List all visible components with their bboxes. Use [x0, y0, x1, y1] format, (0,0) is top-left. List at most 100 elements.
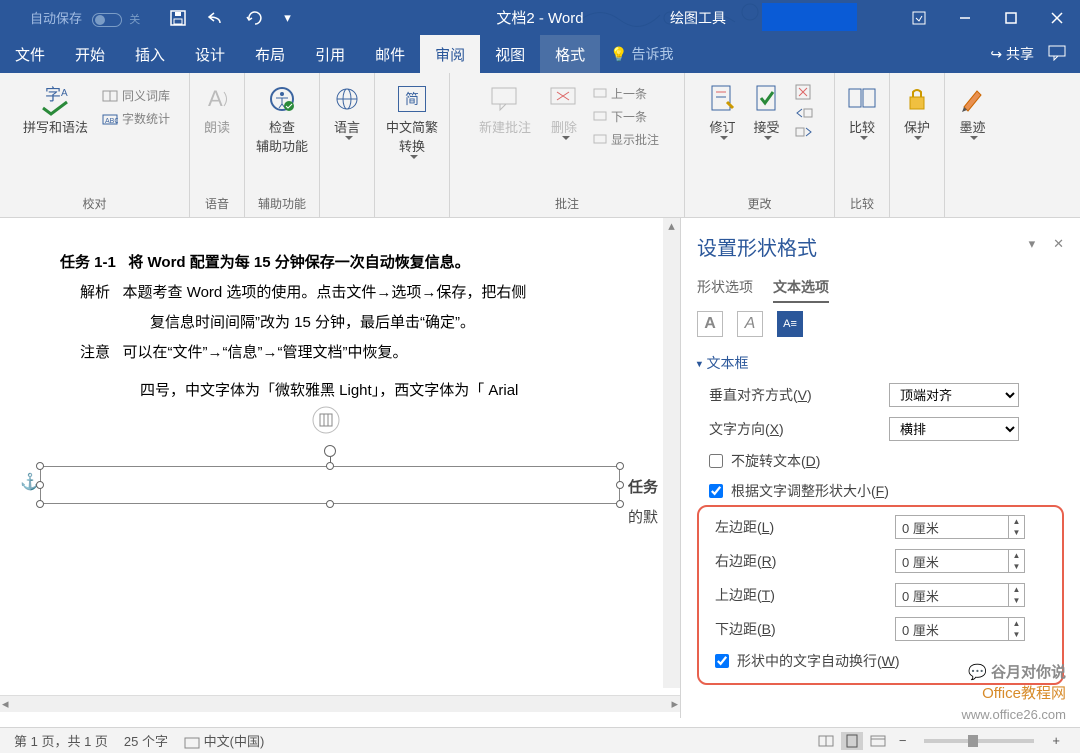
account-box[interactable]	[762, 3, 857, 31]
margin-left-label: 左边距(L)	[715, 519, 774, 535]
share-icon: ↪	[990, 46, 1002, 62]
zoom-out-button[interactable]: −	[893, 733, 913, 748]
prev-comment-button[interactable]: 上一条	[593, 83, 659, 104]
pane-tab-text[interactable]: 文本选项	[773, 277, 829, 303]
undo-icon[interactable]	[206, 10, 226, 26]
textbox-icon[interactable]: A≡	[777, 311, 803, 337]
tab-format[interactable]: 格式	[540, 35, 600, 73]
status-lang[interactable]: 中文(中国)	[184, 731, 264, 750]
no-rotate-checkbox[interactable]	[709, 454, 723, 468]
autosave-toggle[interactable]	[92, 13, 122, 27]
view-read-icon[interactable]	[815, 732, 837, 750]
share-button[interactable]: ↪ 共享	[990, 44, 1034, 64]
margin-left-input[interactable]: 0 厘米▲▼	[895, 515, 1025, 539]
margin-top-input[interactable]: 0 厘米▲▼	[895, 583, 1025, 607]
wrap-checkbox[interactable]	[715, 654, 729, 668]
tab-references[interactable]: 引用	[300, 35, 360, 73]
pane-close-icon[interactable]: ✕	[1053, 236, 1064, 252]
view-web-icon[interactable]	[867, 732, 889, 750]
margin-right-input[interactable]: 0 厘米▲▼	[895, 549, 1025, 573]
thesaurus-button[interactable]: 同义词库	[102, 85, 170, 106]
close-button[interactable]	[1034, 0, 1080, 35]
chinese-conversion-button[interactable]: 简 中文简繁 转换	[382, 79, 442, 161]
language-label: 语言	[334, 117, 360, 136]
redo-icon[interactable]	[246, 10, 264, 26]
textdir-select[interactable]: 横排	[889, 417, 1019, 441]
ribbon-options-icon[interactable]	[896, 0, 942, 35]
quick-access-toolbar: ▾	[170, 10, 291, 26]
status-bar: 第 1 页，共 1 页 25 个字 中文(中国) − +	[0, 727, 1080, 753]
doc-side1: 任务	[628, 476, 658, 497]
compare-button[interactable]: 比较	[843, 79, 881, 142]
zoom-in-button[interactable]: +	[1046, 733, 1066, 748]
tell-me[interactable]: 💡 告诉我	[610, 44, 673, 64]
track-changes-label: 修订	[709, 117, 735, 136]
language-button[interactable]: 语言	[329, 79, 365, 142]
read-aloud-button[interactable]: A 朗读	[198, 79, 236, 138]
accessibility-button[interactable]: 检查 辅助功能	[252, 79, 312, 157]
comments-icon[interactable]	[1048, 45, 1066, 64]
vertical-scrollbar[interactable]: ▴	[663, 218, 680, 688]
prev-change-icon[interactable]	[794, 106, 814, 123]
wordcount-button[interactable]: ABC字数统计	[102, 108, 170, 129]
spelling-label: 拼写和语法	[23, 117, 88, 136]
save-icon[interactable]	[170, 10, 186, 26]
pane-tab-shape[interactable]: 形状选项	[697, 277, 753, 303]
new-comment-button[interactable]: 新建批注	[475, 79, 535, 138]
minimize-button[interactable]	[942, 0, 988, 35]
track-changes-button[interactable]: 修订	[705, 79, 739, 142]
tab-layout[interactable]: 布局	[240, 35, 300, 73]
text-effects-icon[interactable]: A	[737, 311, 763, 337]
svg-text:A: A	[208, 86, 223, 111]
ink-button[interactable]: 墨迹	[955, 79, 989, 142]
zoom-slider[interactable]	[924, 739, 1034, 743]
tab-mailings[interactable]: 邮件	[360, 35, 420, 73]
valign-label: 垂直对齐方式(V)	[709, 387, 812, 403]
status-page[interactable]: 第 1 页，共 1 页	[14, 731, 108, 750]
title-bar: 自动保存 关 ▾ 文档2 - Word 绘图工具	[0, 0, 1080, 35]
tab-insert[interactable]: 插入	[120, 35, 180, 73]
rotate-handle[interactable]	[324, 445, 336, 457]
layout-options-icon[interactable]	[311, 405, 341, 435]
autosave-label: 自动保存 关	[30, 8, 140, 27]
horizontal-scrollbar[interactable]: ◂▸	[0, 695, 680, 712]
spelling-button[interactable]: 字A 拼写和语法	[19, 79, 92, 138]
selected-textbox[interactable]	[40, 466, 620, 504]
doc-side2: 的默	[628, 506, 658, 527]
group-speech-label: 语音	[205, 192, 229, 215]
section-textbox[interactable]: 文本框	[697, 353, 1064, 373]
next-comment-button[interactable]: 下一条	[593, 106, 659, 127]
delete-comment-button[interactable]: 删除	[545, 79, 583, 142]
new-comment-label: 新建批注	[479, 117, 531, 136]
svg-text:字: 字	[45, 86, 61, 104]
margin-bottom-input[interactable]: 0 厘米▲▼	[895, 617, 1025, 641]
compare-label: 比较	[849, 117, 875, 136]
accessibility-label: 检查 辅助功能	[256, 117, 308, 155]
show-comments-button[interactable]: 显示批注	[593, 129, 659, 150]
next-change-icon[interactable]	[794, 125, 814, 142]
maximize-button[interactable]	[988, 0, 1034, 35]
document-area: 任务 1-1 将 Word 配置为每 15 分钟保存一次自动恢复信息。 解析 本…	[0, 218, 680, 698]
status-words[interactable]: 25 个字	[124, 731, 168, 750]
qat-more-icon[interactable]: ▾	[284, 10, 291, 26]
tab-home[interactable]: 开始	[60, 35, 120, 73]
autofit-checkbox[interactable]	[709, 484, 723, 498]
highlight-box: 左边距(L)0 厘米▲▼ 右边距(R)0 厘米▲▼ 上边距(T)0 厘米▲▼ 下…	[697, 505, 1064, 685]
valign-select[interactable]: 顶端对齐	[889, 383, 1019, 407]
reject-icon[interactable]	[794, 83, 814, 104]
protect-button[interactable]: 保护	[900, 79, 934, 142]
tab-file[interactable]: 文件	[0, 35, 60, 73]
tab-review[interactable]: 审阅	[420, 35, 480, 73]
pane-title: 设置形状格式	[697, 232, 1064, 261]
pane-menu-icon[interactable]: ▾	[1029, 236, 1036, 252]
accept-button[interactable]: 接受	[750, 79, 784, 142]
no-rotate-label: 不旋转文本(D)	[731, 451, 820, 471]
doc-note-label: 注意	[80, 344, 110, 361]
text-fill-icon[interactable]: A	[697, 311, 723, 337]
ink-label: 墨迹	[959, 117, 985, 136]
textdir-label: 文字方向(X)	[709, 421, 784, 437]
tab-view[interactable]: 视图	[480, 35, 540, 73]
view-print-icon[interactable]	[841, 732, 863, 750]
autosave-text: 自动保存	[30, 11, 82, 26]
tab-design[interactable]: 设计	[180, 35, 240, 73]
